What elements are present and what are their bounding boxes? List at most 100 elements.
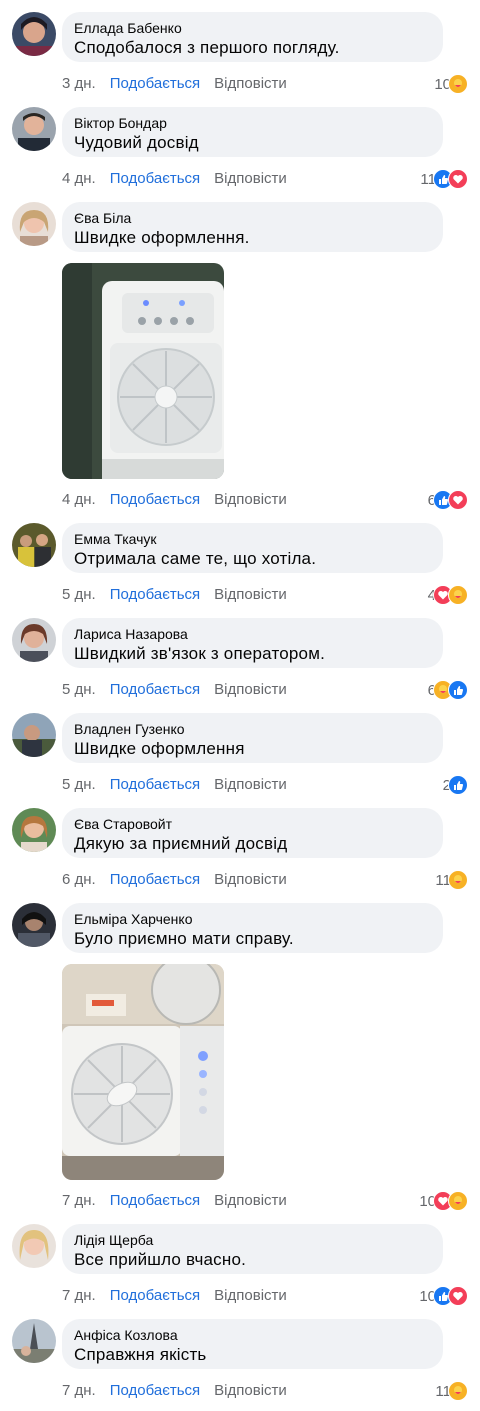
avatar[interactable] <box>12 12 56 56</box>
comment-author[interactable]: Ельміра Харченко <box>74 911 431 928</box>
comment-actions: 7 дн. Подобається Відповісти <box>62 1287 301 1305</box>
reactions-summary[interactable]: 2 <box>443 775 468 795</box>
like-link[interactable]: Подобається <box>110 170 200 187</box>
comment-bubble: Єва Біла Швидке оформлення. <box>62 202 443 252</box>
care-icon <box>448 1191 468 1211</box>
comment-author[interactable]: Єва Біла <box>74 210 431 227</box>
thumbs-up-icon <box>448 680 468 700</box>
comment-bubble: Лариса Назарова Швидкий зв'язок з операт… <box>62 618 443 668</box>
comment-time[interactable]: 4 дн. <box>62 170 96 187</box>
comment-author[interactable]: Анфіса Козлова <box>74 1327 431 1344</box>
avatar[interactable] <box>12 523 56 567</box>
care-icon <box>448 585 468 605</box>
comment-author[interactable]: Лідія Щерба <box>74 1232 431 1249</box>
comment-author[interactable]: Владлен Гузенко <box>74 721 431 738</box>
comment-bubble: Віктор Бондар Чудовий досвід <box>62 107 443 157</box>
avatar[interactable] <box>12 713 56 757</box>
reply-link[interactable]: Відповісти <box>214 170 287 187</box>
comment-bubble: Лідія Щерба Все прийшло вчасно. <box>62 1224 443 1274</box>
reply-link[interactable]: Відповісти <box>214 871 287 888</box>
like-link[interactable]: Подобається <box>110 1287 200 1304</box>
reply-link[interactable]: Відповісти <box>214 1287 287 1304</box>
comment-text: Дякую за приємний досвід <box>74 834 288 853</box>
comment-actions: 4 дн. Подобається Відповісти <box>62 491 301 509</box>
reactions-summary[interactable]: 11 <box>435 870 468 890</box>
heart-icon <box>448 490 468 510</box>
comment-time[interactable]: 4 дн. <box>62 491 96 508</box>
comment-author[interactable]: Єва Старовойт <box>74 816 431 833</box>
reply-link[interactable]: Відповісти <box>214 1382 287 1399</box>
avatar[interactable] <box>12 107 56 151</box>
comment-photo[interactable] <box>62 964 224 1180</box>
comment-bubble: Ельміра Харченко Було приємно мати справ… <box>62 903 443 953</box>
comment-bubble: Еллада Бабенко Сподобалося з першого пог… <box>62 12 443 62</box>
comment-text: Було приємно мати справу. <box>74 929 294 948</box>
avatar[interactable] <box>12 1224 56 1268</box>
comment-actions: 7 дн. Подобається Відповісти <box>62 1192 301 1210</box>
reactions-summary[interactable]: 11 <box>420 169 468 189</box>
like-link[interactable]: Подобається <box>110 1192 200 1209</box>
comment-time[interactable]: 5 дн. <box>62 586 96 603</box>
like-link[interactable]: Подобається <box>110 871 200 888</box>
comment-actions: 4 дн. Подобається Відповісти <box>62 170 301 188</box>
comment-actions: 5 дн. Подобається Відповісти <box>62 776 301 794</box>
comment-time[interactable]: 3 дн. <box>62 75 96 92</box>
comment-time[interactable]: 7 дн. <box>62 1287 96 1304</box>
reply-link[interactable]: Відповісти <box>214 75 287 92</box>
comment-text: Швидкий зв'язок з оператором. <box>74 644 326 663</box>
reactions-summary[interactable]: 4 <box>428 585 468 605</box>
reactions-summary[interactable]: 6 <box>428 490 468 510</box>
comment-author[interactable]: Еллада Бабенко <box>74 20 431 37</box>
comment-time[interactable]: 5 дн. <box>62 681 96 698</box>
comment-photo[interactable] <box>62 263 224 479</box>
like-link[interactable]: Подобається <box>110 75 200 92</box>
comment-text: Швидке оформлення. <box>74 228 250 247</box>
reply-link[interactable]: Відповісти <box>214 491 287 508</box>
avatar[interactable] <box>12 618 56 662</box>
comment-actions: 5 дн. Подобається Відповісти <box>62 681 301 699</box>
comment-author[interactable]: Лариса Назарова <box>74 626 431 643</box>
reply-link[interactable]: Відповісти <box>214 1192 287 1209</box>
like-link[interactable]: Подобається <box>110 491 200 508</box>
comment-author[interactable]: Віктор Бондар <box>74 115 431 132</box>
like-link[interactable]: Подобається <box>110 776 200 793</box>
avatar[interactable] <box>12 1319 56 1363</box>
comment-time[interactable]: 7 дн. <box>62 1192 96 1209</box>
reply-link[interactable]: Відповісти <box>214 586 287 603</box>
comment-bubble: Анфіса Козлова Справжня якість <box>62 1319 443 1369</box>
like-link[interactable]: Подобається <box>110 1382 200 1399</box>
comment-actions: 6 дн. Подобається Відповісти <box>62 871 301 889</box>
comment-text: Отримала саме те, що хотіла. <box>74 549 317 568</box>
reply-link[interactable]: Відповісти <box>214 776 287 793</box>
care-icon <box>448 870 468 890</box>
avatar[interactable] <box>12 202 56 246</box>
comment-text: Справжня якість <box>74 1345 207 1364</box>
comment-text: Швидке оформлення <box>74 739 245 758</box>
heart-icon <box>448 1286 468 1306</box>
care-icon <box>448 1381 468 1401</box>
reply-link[interactable]: Відповісти <box>214 681 287 698</box>
care-icon <box>448 74 468 94</box>
avatar[interactable] <box>12 808 56 852</box>
heart-icon <box>448 169 468 189</box>
reactions-summary[interactable]: 10 <box>419 1286 468 1306</box>
comment-bubble: Владлен Гузенко Швидке оформлення <box>62 713 443 763</box>
comment-text: Чудовий досвід <box>74 133 199 152</box>
reactions-summary[interactable]: 10 <box>419 1191 468 1211</box>
comment-actions: 3 дн. Подобається Відповісти <box>62 75 301 93</box>
like-link[interactable]: Подобається <box>110 586 200 603</box>
comment-bubble: Єва Старовойт Дякую за приємний досвід <box>62 808 443 858</box>
comment-actions: 5 дн. Подобається Відповісти <box>62 586 301 604</box>
avatar[interactable] <box>12 903 56 947</box>
comment-text: Сподобалося з першого погляду. <box>74 38 340 57</box>
like-link[interactable]: Подобається <box>110 681 200 698</box>
comment-actions: 7 дн. Подобається Відповісти <box>62 1382 301 1400</box>
reactions-summary[interactable]: 10 <box>434 74 468 94</box>
comment-time[interactable]: 6 дн. <box>62 871 96 888</box>
comment-bubble: Емма Ткачук Отримала саме те, що хотіла. <box>62 523 443 573</box>
comment-time[interactable]: 5 дн. <box>62 776 96 793</box>
comment-author[interactable]: Емма Ткачук <box>74 531 431 548</box>
reactions-summary[interactable]: 11 <box>435 1381 468 1401</box>
comment-time[interactable]: 7 дн. <box>62 1382 96 1399</box>
reactions-summary[interactable]: 6 <box>428 680 468 700</box>
